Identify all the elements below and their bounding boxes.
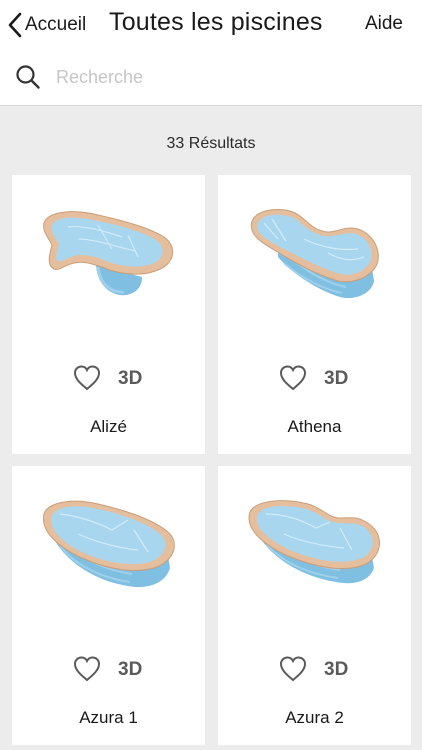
pool-name: Athena [287,417,342,436]
pool-name: Azura 1 [79,708,138,727]
pool-card[interactable]: 3D Alizé [12,175,205,454]
search-icon [15,64,41,95]
search-input[interactable] [56,62,396,92]
page-title: Toutes les piscines [109,8,323,36]
3d-badge[interactable]: 3D [324,659,348,681]
heart-icon[interactable] [73,365,101,391]
heart-icon[interactable] [279,365,307,391]
heart-icon[interactable] [73,656,101,682]
search-bar [0,58,422,98]
pool-image [43,500,175,588]
top-bar: Accueil Toutes les piscines Aide [0,0,422,106]
heart-icon[interactable] [279,656,307,682]
back-label: Accueil [25,14,87,35]
pool-image [43,211,174,296]
pool-image [248,500,380,584]
pool-name: Azura 2 [285,708,344,727]
pool-name: Alizé [90,417,127,436]
pool-card[interactable]: 3D Azura 1 [12,466,205,745]
chevron-left-icon [8,12,22,38]
help-button[interactable]: Aide [365,13,403,35]
3d-badge[interactable]: 3D [118,659,142,681]
pool-grid: 3D Alizé 3D Athena 3D Azura 1 3D Azura 2 [12,175,411,745]
pool-image [250,208,379,299]
3d-badge[interactable]: 3D [324,368,348,390]
3d-badge[interactable]: 3D [118,368,142,390]
results-count: 33 Résultats [166,135,256,152]
pool-card[interactable]: 3D Athena [218,175,411,454]
back-button[interactable]: Accueil [8,10,86,40]
pool-card[interactable]: 3D Azura 2 [218,466,411,745]
